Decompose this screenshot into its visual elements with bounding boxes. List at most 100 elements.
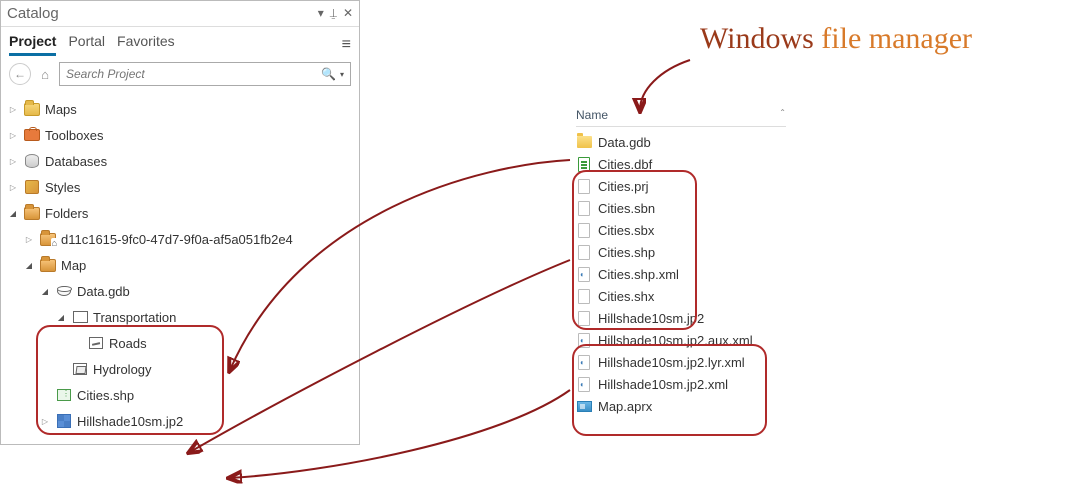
xml-file-icon — [576, 332, 592, 348]
xml-file-icon — [576, 266, 592, 282]
tree-node-guid-folder[interactable]: d11c1615-9fc0-47d7-9f0a-af5a051fb2e4 — [7, 226, 353, 252]
expand-icon[interactable] — [7, 183, 19, 192]
fm-row-file[interactable]: Hillshade10sm.jp2.xml — [576, 373, 786, 395]
fm-row-file[interactable]: Map.aprx — [576, 395, 786, 417]
collapse-icon[interactable] — [39, 287, 51, 296]
fm-row-file[interactable]: Cities.dbf — [576, 153, 786, 175]
xml-file-icon — [576, 376, 592, 392]
search-row: ← ⌂ 🔍 ▾ — [1, 56, 359, 92]
tree-node-hydrology[interactable]: Hydrology — [7, 356, 353, 382]
tree-node-map-folder[interactable]: Map — [7, 252, 353, 278]
tree-label: Databases — [45, 154, 107, 169]
fm-row-file[interactable]: Cities.prj — [576, 175, 786, 197]
expand-icon[interactable] — [7, 131, 19, 140]
fm-label: Cities.shp.xml — [598, 267, 679, 282]
tree-label: Styles — [45, 180, 80, 195]
styles-icon — [23, 178, 41, 196]
autohide-icon[interactable]: ▾ — [318, 6, 324, 21]
fm-label: Cities.dbf — [598, 157, 652, 172]
search-input[interactable] — [66, 67, 321, 81]
tree-label: Data.gdb — [77, 284, 130, 299]
file-manager: Name ⌃ Data.gdb Cities.dbf Cities.prj Ci… — [576, 108, 786, 417]
close-icon[interactable]: ✕ — [343, 6, 353, 21]
tab-favorites[interactable]: Favorites — [117, 33, 175, 56]
collapse-icon[interactable] — [7, 209, 19, 218]
catalog-tree: Maps Toolboxes Databases Styles Folders … — [1, 92, 359, 444]
tree-label: Maps — [45, 102, 77, 117]
fm-row-file[interactable]: Cities.shp — [576, 241, 786, 263]
tab-project[interactable]: Project — [9, 33, 56, 56]
annotation-word2: file manager — [821, 22, 972, 55]
tree-node-cities[interactable]: Cities.shp — [7, 382, 353, 408]
column-header-name: Name — [576, 108, 608, 122]
file-icon — [576, 200, 592, 216]
fm-row-file[interactable]: Hillshade10sm.jp2.aux.xml — [576, 329, 786, 351]
tree-label: Cities.shp — [77, 388, 134, 403]
fm-label: Cities.sbn — [598, 201, 655, 216]
tab-portal[interactable]: Portal — [68, 33, 105, 56]
expand-icon[interactable] — [7, 105, 19, 114]
fm-label: Hillshade10sm.jp2.lyr.xml — [598, 355, 745, 370]
fm-row-file[interactable]: Hillshade10sm.jp2.lyr.xml — [576, 351, 786, 373]
fm-label: Hillshade10sm.jp2.xml — [598, 377, 728, 392]
home-button[interactable]: ⌂ — [35, 64, 55, 84]
dbf-file-icon — [576, 156, 592, 172]
home-folder-icon — [39, 230, 57, 248]
menu-icon[interactable]: ≡ — [342, 36, 351, 54]
tree-label: Toolboxes — [45, 128, 104, 143]
sort-icon[interactable]: ⌃ — [779, 108, 786, 122]
folder-icon — [23, 204, 41, 222]
geodatabase-icon — [55, 282, 73, 300]
expand-icon[interactable] — [39, 417, 51, 426]
pin-icon[interactable]: ⍊ — [330, 6, 337, 21]
tree-label: Hydrology — [93, 362, 152, 377]
fm-row-folder[interactable]: Data.gdb — [576, 131, 786, 153]
folder-icon — [576, 134, 592, 150]
tree-node-transportation[interactable]: Transportation — [7, 304, 353, 330]
tree-label: d11c1615-9fc0-47d7-9f0a-af5a051fb2e4 — [61, 232, 293, 247]
fm-row-file[interactable]: Cities.sbx — [576, 219, 786, 241]
annotation-title: Windows file manager — [700, 22, 972, 56]
collapse-icon[interactable] — [55, 313, 67, 322]
catalog-panel: Catalog ▾ ⍊ ✕ Project Portal Favorites ≡… — [0, 0, 360, 445]
tree-node-folders[interactable]: Folders — [7, 200, 353, 226]
tree-label: Transportation — [93, 310, 176, 325]
line-featureclass-icon — [87, 334, 105, 352]
fm-row-file[interactable]: Cities.shx — [576, 285, 786, 307]
file-icon — [576, 310, 592, 326]
tree-node-databases[interactable]: Databases — [7, 148, 353, 174]
search-icon[interactable]: 🔍 — [321, 67, 336, 81]
file-icon — [576, 178, 592, 194]
fm-label: Cities.prj — [598, 179, 649, 194]
tree-node-roads[interactable]: Roads — [7, 330, 353, 356]
collapse-icon[interactable] — [23, 261, 35, 270]
tree-node-toolboxes[interactable]: Toolboxes — [7, 122, 353, 148]
back-button[interactable]: ← — [9, 63, 31, 85]
polygon-featureclass-icon — [71, 360, 89, 378]
expand-icon[interactable] — [23, 235, 35, 244]
fm-row-file[interactable]: Cities.shp.xml — [576, 263, 786, 285]
search-dropdown-icon[interactable]: ▾ — [340, 70, 344, 79]
xml-file-icon — [576, 354, 592, 370]
shapefile-icon — [55, 386, 73, 404]
panel-title: Catalog — [7, 5, 59, 22]
file-manager-header[interactable]: Name ⌃ — [576, 108, 786, 127]
search-box[interactable]: 🔍 ▾ — [59, 62, 351, 86]
tree-node-hillshade[interactable]: Hillshade10sm.jp2 — [7, 408, 353, 434]
fm-row-file[interactable]: Cities.sbn — [576, 197, 786, 219]
tree-node-styles[interactable]: Styles — [7, 174, 353, 200]
tree-node-gdb[interactable]: Data.gdb — [7, 278, 353, 304]
file-icon — [576, 244, 592, 260]
panel-header: Catalog ▾ ⍊ ✕ — [1, 1, 359, 27]
raster-icon — [55, 412, 73, 430]
fm-label: Cities.sbx — [598, 223, 654, 238]
file-icon — [576, 288, 592, 304]
database-icon — [23, 152, 41, 170]
tabs-row: Project Portal Favorites ≡ — [1, 27, 359, 56]
fm-label: Map.aprx — [598, 399, 652, 414]
fm-row-file[interactable]: Hillshade10sm.jp2 — [576, 307, 786, 329]
expand-icon[interactable] — [7, 157, 19, 166]
fm-label: Data.gdb — [598, 135, 651, 150]
tree-node-maps[interactable]: Maps — [7, 96, 353, 122]
annotation-word1: Windows — [700, 22, 814, 55]
